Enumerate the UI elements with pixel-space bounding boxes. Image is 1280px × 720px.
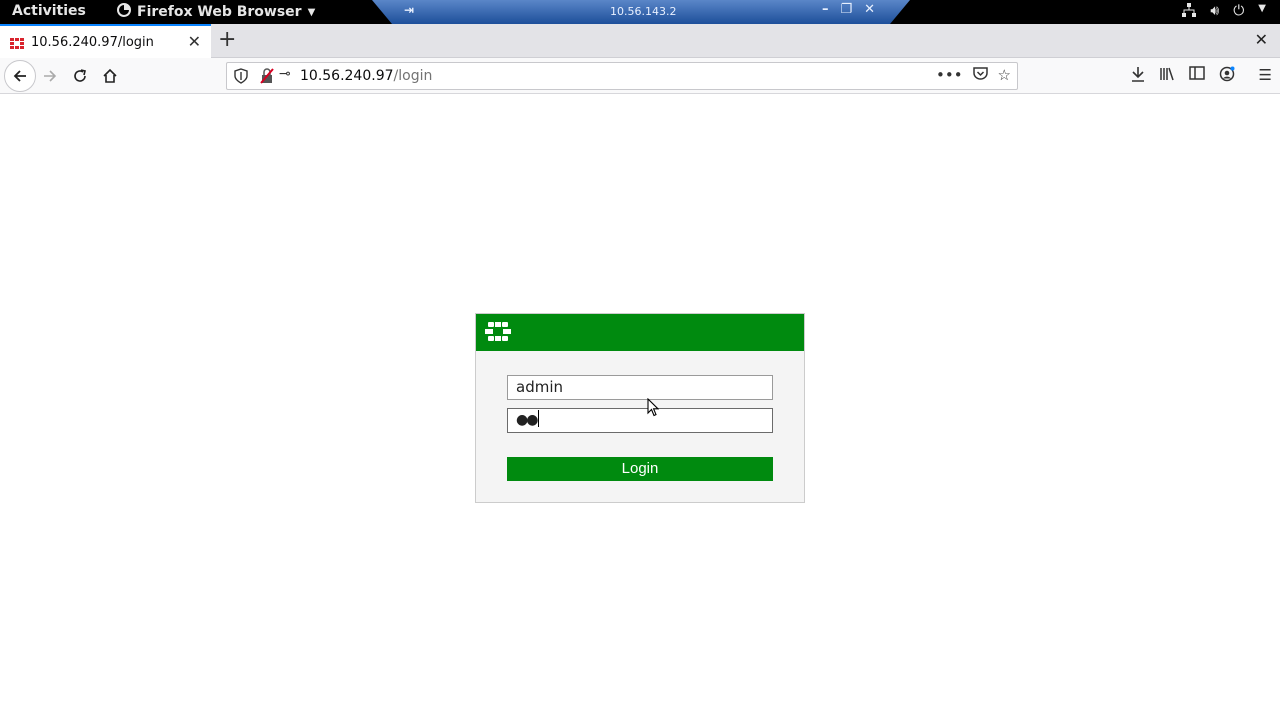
network-icon [1182,3,1197,21]
library-icon[interactable] [1159,66,1175,86]
chevron-down-icon: ▼ [307,6,316,18]
sidebar-icon[interactable] [1188,66,1205,86]
close-icon[interactable]: ✕ [188,32,201,51]
password-mask: ●● [516,412,538,428]
toolbar-right: ☰ [1131,66,1272,86]
key-icon[interactable]: ⊸ [279,66,291,82]
tab-strip: 10.56.240.97/login ✕ + ✕ [0,24,1280,58]
login-header [476,314,804,351]
mouse-pointer-icon [647,397,660,421]
more-actions-icon[interactable]: ••• [936,66,963,85]
bookmark-star-icon[interactable]: ☆ [998,66,1011,85]
app-menu-label: Firefox Web Browser [137,4,302,20]
username-field[interactable]: admin [507,375,773,400]
forward-button[interactable] [36,62,64,90]
minimize-icon[interactable]: – [822,2,829,17]
restore-icon[interactable]: ❐ [841,2,853,17]
login-button[interactable]: Login [507,457,773,481]
page-content: admin ●● Login [0,95,1280,720]
close-icon[interactable]: ✕ [864,2,875,17]
pin-icon[interactable]: ⇥ [404,3,414,17]
activities-button[interactable]: Activities [12,3,86,19]
navigation-toolbar: ⊸ 10.56.240.97/login ••• ☆ ☰ [0,58,1280,94]
reload-button[interactable] [66,62,94,90]
volume-icon: 🔊︎ [1210,3,1220,19]
fortinet-logo-icon [485,322,511,346]
home-button[interactable] [96,62,124,90]
firefox-app-icon [117,3,131,21]
url-path: /login [393,68,433,84]
url-bar[interactable]: ⊸ 10.56.240.97/login ••• ☆ [226,62,1018,90]
url-text[interactable]: 10.56.240.97/login [300,68,432,84]
gnome-top-bar: Activities Firefox Web Browser ▼ ⇥ 10.56… [0,0,1280,24]
chevron-down-icon: ▼ [1258,3,1266,14]
insecure-lock-icon[interactable] [260,68,274,88]
hamburger-menu-icon[interactable]: ☰ [1259,66,1272,86]
url-host: 10.56.240.97 [300,68,394,84]
password-field[interactable]: ●● [507,408,773,433]
system-tray[interactable]: 🔊︎ ⏻ ▼ [1182,3,1266,21]
app-menu[interactable]: Firefox Web Browser ▼ [117,3,315,21]
new-tab-button[interactable]: + [218,27,236,52]
arrow-left-icon [13,70,26,82]
account-icon[interactable] [1219,66,1235,86]
remote-host-title: 10.56.143.2 [610,5,677,18]
fortinet-favicon-icon [10,35,24,49]
text-caret [538,410,540,427]
arrow-right-icon [44,70,57,82]
window-close-icon[interactable]: ✕ [1255,30,1268,49]
tab-title: 10.56.240.97/login [31,34,154,50]
back-button[interactable] [4,60,36,92]
remote-viewer-bar: ⇥ 10.56.143.2 – ❐ ✕ [372,0,910,24]
power-icon: ⏻ [1233,3,1245,19]
tab-active[interactable]: 10.56.240.97/login ✕ [0,24,211,58]
downloads-icon[interactable] [1131,66,1145,86]
login-panel: admin ●● Login [475,313,805,503]
pocket-icon[interactable] [972,66,988,85]
home-icon [103,68,117,83]
reload-icon [74,69,86,82]
shield-icon[interactable] [234,68,248,88]
